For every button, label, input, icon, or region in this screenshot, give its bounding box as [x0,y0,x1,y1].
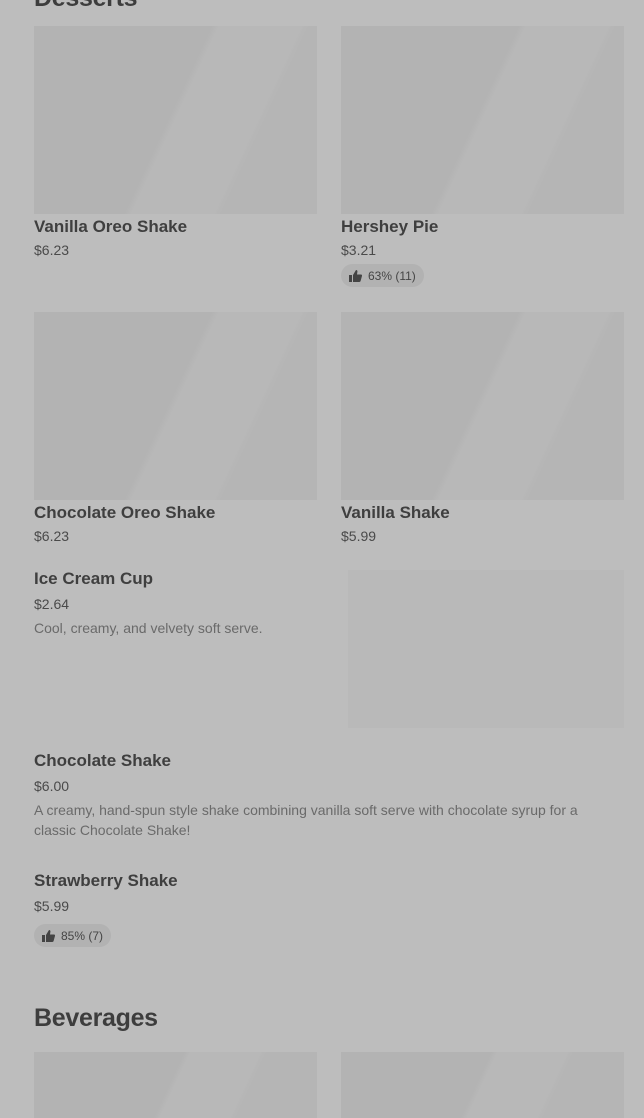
item-image[interactable] [34,26,317,214]
item-price: $6.23 [34,528,70,544]
item-name: Chocolate Oreo Shake [34,503,216,522]
item-name: Vanilla Oreo Shake [34,217,188,236]
item-image[interactable] [34,1052,317,1118]
item-price: $6.23 [34,242,70,258]
thumbs-up-icon [349,269,362,282]
item-name: Hershey Pie [341,217,439,236]
item-image[interactable] [348,570,624,728]
item-price: $5.99 [341,528,377,544]
section-title-desserts: Desserts [34,0,138,13]
rating-badge: 63% (11) [341,264,424,287]
item-image[interactable] [341,26,624,214]
item-name: Strawberry Shake [34,871,178,890]
item-price: $6.00 [34,778,70,794]
item-name: Ice Cream Cup [34,569,154,588]
rating-badge: 85% (7) [34,924,112,947]
item-image[interactable] [341,312,624,500]
item-image[interactable] [341,1052,624,1118]
thumbs-up-icon [42,929,55,942]
item-name: Vanilla Shake [341,503,450,522]
item-image[interactable] [34,312,317,500]
rating-text: 63% (11) [368,268,416,283]
item-price: $3.21 [341,242,377,258]
section-title-beverages: Beverages [34,1004,158,1032]
item-description: A creamy, hand-spun style shake combinin… [34,802,578,838]
item-price: $5.99 [34,898,70,914]
item-description: Cool, creamy, and velvety soft serve. [34,620,263,636]
item-name: Chocolate Shake [34,751,171,770]
rating-text: 85% (7) [61,928,104,943]
item-price: $2.64 [34,596,70,612]
